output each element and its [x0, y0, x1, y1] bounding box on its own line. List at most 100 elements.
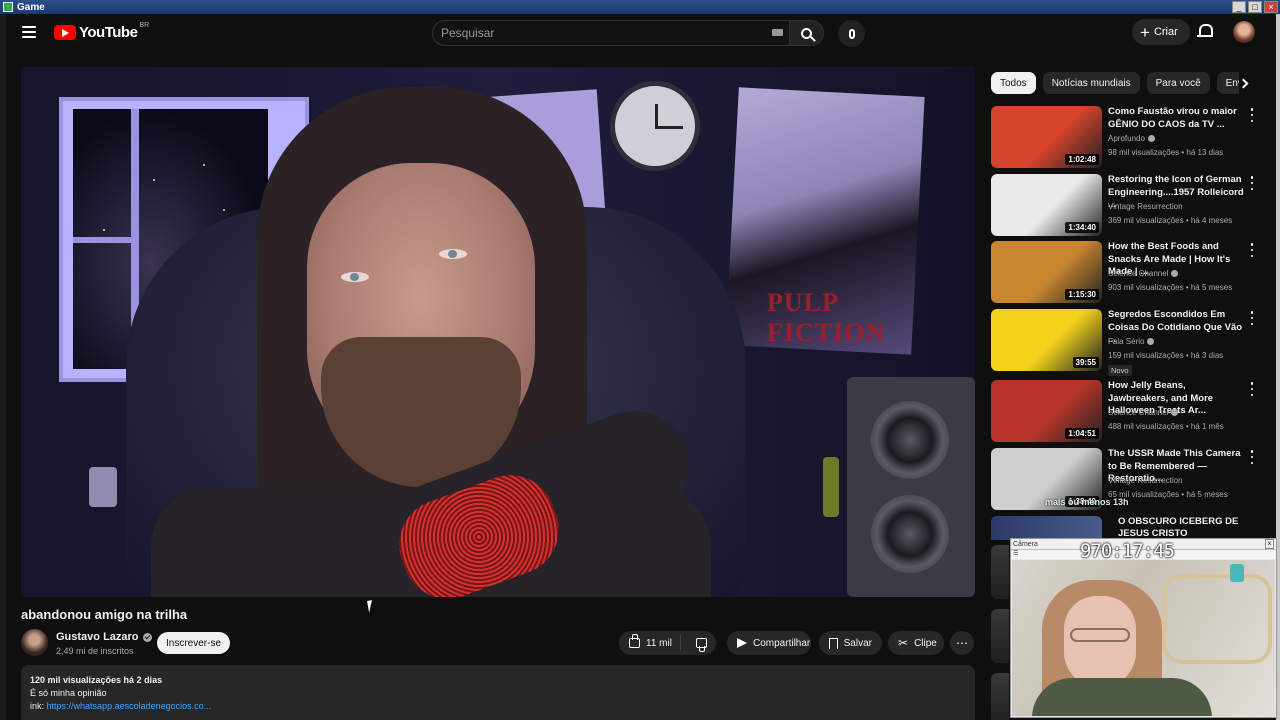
thumb-up-icon: [629, 634, 640, 648]
webcam-close-button[interactable]: ×: [1265, 539, 1274, 549]
menu-icon[interactable]: [22, 26, 36, 38]
verified-icon: [1171, 270, 1179, 277]
search-button[interactable]: [790, 20, 824, 46]
related-channel: Vintage Resurrection: [1108, 202, 1183, 211]
search-input[interactable]: [432, 20, 790, 46]
bookmark-icon: [829, 637, 838, 650]
video-thumbnail: 1:04:51: [991, 380, 1102, 442]
webcam-feed: [1012, 560, 1275, 716]
play-logo-icon: [54, 25, 76, 40]
link-prefix: ink:: [30, 701, 45, 711]
chip-todos[interactable]: Todos: [991, 72, 1036, 94]
more-options-icon[interactable]: [1247, 311, 1257, 325]
share-button[interactable]: Compartilhar: [727, 631, 811, 655]
more-options-icon[interactable]: [1247, 176, 1257, 190]
like-button[interactable]: 11 mil: [619, 634, 682, 651]
related-channel-name: Vintage Resurrection: [1108, 476, 1183, 485]
more-options-icon[interactable]: [1247, 243, 1257, 257]
description-link[interactable]: https://whatsapp.aescoladenegocios.co...: [47, 701, 212, 711]
description-box[interactable]: 120 mil visualizações há 2 dias É só min…: [21, 665, 975, 720]
channel-avatar[interactable]: [21, 629, 48, 656]
chat-overlay-text: mais ou menos 13h: [1045, 497, 1129, 507]
more-options-icon[interactable]: [1247, 108, 1257, 122]
app-icon: [3, 2, 13, 12]
clip-label: Clipe: [914, 637, 937, 649]
related-channel: Fala Sério: [1108, 337, 1155, 346]
plus-icon: +: [1140, 22, 1150, 42]
like-count: 11 mil: [646, 637, 672, 649]
webcam-person-face: [1064, 596, 1136, 688]
new-badge: Novo: [1108, 365, 1132, 376]
duration-badge: 1:34:40: [1065, 222, 1099, 233]
youtube-logo[interactable]: YouTube BR: [54, 22, 149, 41]
create-label: Criar: [1153, 26, 1178, 38]
clip-button[interactable]: ✂ Clipe: [888, 631, 944, 655]
webcam-overlay-window[interactable]: Câmera × ☰: [1010, 538, 1277, 718]
related-video-item[interactable]: 1:34:40 Restoring the Icon of German Engi…: [991, 174, 1261, 236]
video-person-eye: [439, 249, 467, 259]
microphone-icon: [848, 28, 855, 39]
verified-icon: [1171, 409, 1179, 416]
description-text: É só minha opinião: [30, 688, 107, 698]
related-channel: Aprofundo: [1108, 134, 1155, 143]
verified-icon: [142, 632, 152, 642]
search-bar: [432, 20, 824, 46]
maximize-button[interactable]: □: [1248, 1, 1262, 13]
save-button[interactable]: Salvar: [819, 631, 882, 655]
more-options-icon[interactable]: [1247, 450, 1257, 464]
related-meta: 98 mil visualizações • há 13 dias: [1108, 148, 1224, 157]
create-button[interactable]: + Criar: [1132, 19, 1190, 45]
duration-badge: 1:04:51: [1065, 428, 1099, 439]
video-player[interactable]: PULP FICTION: [21, 67, 975, 597]
voice-search-button[interactable]: [838, 20, 865, 47]
save-label: Salvar: [843, 637, 872, 649]
keyboard-icon[interactable]: [772, 29, 783, 36]
minimize-button[interactable]: _: [1232, 1, 1246, 13]
filter-chip-bar: Todos Notícias mundiais Para você Envi: [991, 72, 1239, 94]
related-channel-name: Science Channel: [1108, 269, 1169, 278]
window-frame-left: [0, 14, 6, 720]
account-avatar[interactable]: [1233, 21, 1255, 43]
video-thumbnail: 1:15:30: [991, 241, 1102, 303]
os-window-title: Game: [17, 1, 45, 13]
close-window-button[interactable]: ×: [1264, 1, 1278, 13]
related-video-item[interactable]: 1:15:30 How the Best Foods and Snacks Are…: [991, 241, 1261, 303]
related-channel-name: Vintage Resurrection: [1108, 202, 1183, 211]
chip-para-voce[interactable]: Para você: [1146, 72, 1210, 94]
os-titlebar: Game _ □ ×: [0, 0, 1280, 14]
video-scene-cup: [89, 467, 117, 507]
notifications-bell-icon[interactable]: [1197, 24, 1213, 39]
logo-text: YouTube: [79, 24, 138, 41]
video-title: abandonou amigo na trilha: [21, 607, 188, 622]
subscribe-button[interactable]: Inscrever-se: [157, 632, 230, 654]
more-actions-button[interactable]: ⋯: [950, 631, 974, 655]
top-bar: YouTube BR + Criar: [6, 14, 1276, 52]
related-thumbnails-obscured: [991, 545, 1009, 720]
related-meta: 369 mil visualizações • há 4 meses: [1108, 216, 1233, 225]
duration-badge: 39:55: [1072, 357, 1099, 368]
related-video-item[interactable]: 1:02:48 Como Faustão virou o maior GÊNIO …: [991, 106, 1261, 168]
webcam-person-body: [1032, 678, 1212, 716]
related-channel: Science Channel: [1108, 269, 1179, 278]
duration-badge: 1:15:30: [1065, 289, 1099, 300]
related-channel-name: Science Channel: [1108, 408, 1169, 417]
verified-icon: [1147, 135, 1155, 142]
video-scene-speaker: [847, 377, 975, 597]
more-options-icon[interactable]: [1247, 382, 1257, 396]
related-title: O OBSCURO ICEBERG DE JESUS CRISTO: [1118, 516, 1239, 539]
related-video-item[interactable]: 1:04:51 How Jelly Beans, Jawbreakers, and…: [991, 380, 1261, 442]
dislike-button[interactable]: [687, 635, 716, 652]
poster-title: PULP FICTION: [766, 287, 886, 347]
mouse-cursor-icon: [367, 599, 379, 613]
related-channel-name: Aprofundo: [1108, 134, 1145, 143]
duration-badge: 1:02:48: [1065, 154, 1099, 165]
video-thumbnail: 39:55: [991, 309, 1102, 371]
related-channel-name: Fala Sério: [1108, 337, 1145, 346]
related-video-item[interactable]: 39:55 Segredos Escondidos Em Coisas Do Co…: [991, 309, 1261, 376]
like-dislike-group: 11 mil: [619, 631, 716, 655]
webcam-person-glasses: [1070, 628, 1130, 642]
video-thumbnail: 1:34:40: [991, 174, 1102, 236]
channel-name[interactable]: Gustavo Lazaro: [56, 631, 152, 643]
chip-noticias-mundiais[interactable]: Notícias mundiais: [1042, 72, 1140, 94]
chip-scroll-right-button[interactable]: [1236, 75, 1250, 91]
